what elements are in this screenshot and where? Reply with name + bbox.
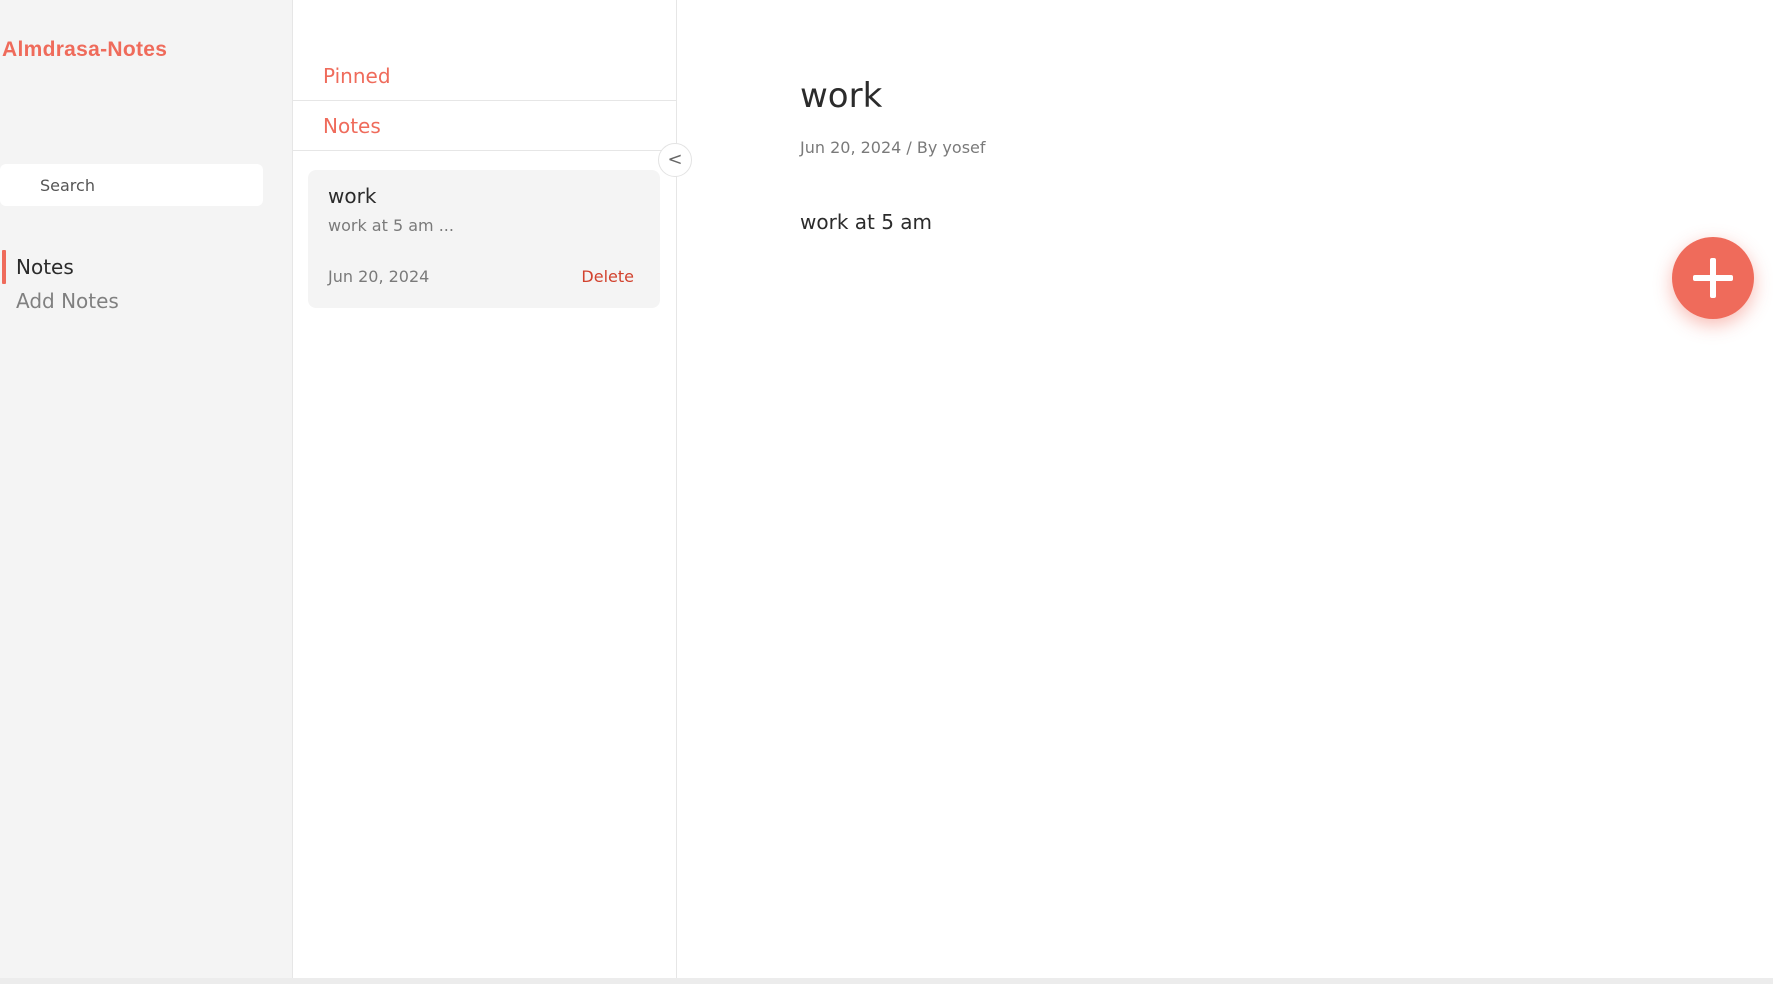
collapse-panel-button[interactable]: <: [658, 143, 692, 177]
note-detail-title: work: [800, 76, 883, 116]
search-input[interactable]: [0, 164, 263, 206]
sidebar: Almdrasa-Notes Notes Add Notes: [0, 0, 293, 980]
search-box[interactable]: [0, 164, 263, 206]
note-card-excerpt: work at 5 am ...: [328, 216, 454, 235]
sidebar-item-add-notes[interactable]: Add Notes: [0, 284, 293, 318]
tab-notes[interactable]: Notes: [293, 101, 677, 151]
note-detail-body: work at 5 am: [800, 210, 933, 234]
notes-list-panel: Pinned Notes work work at 5 am ... Jun 2…: [293, 0, 677, 980]
brand-logo[interactable]: Almdrasa-Notes: [2, 38, 167, 62]
note-detail-meta: Jun 20, 2024 / By yosef: [800, 138, 986, 157]
chevron-left-icon: <: [667, 149, 683, 170]
note-detail: work Jun 20, 2024 / By yosef work at 5 a…: [678, 0, 1773, 980]
note-card-title: work: [328, 184, 377, 208]
tab-pinned[interactable]: Pinned: [293, 51, 677, 101]
sidebar-nav: Notes Add Notes: [0, 250, 293, 318]
notes-app: Almdrasa-Notes Notes Add Notes Pinned No…: [0, 0, 1773, 984]
bottom-divider: [0, 978, 1773, 984]
sidebar-item-notes[interactable]: Notes: [0, 250, 293, 284]
note-card[interactable]: work work at 5 am ... Jun 20, 2024 Delet…: [308, 170, 660, 308]
note-card-date: Jun 20, 2024: [328, 267, 430, 286]
sidebar-item-label: Add Notes: [16, 289, 119, 313]
sidebar-item-label: Notes: [16, 255, 74, 279]
delete-note-button[interactable]: Delete: [581, 267, 634, 286]
add-note-button[interactable]: [1672, 237, 1754, 319]
